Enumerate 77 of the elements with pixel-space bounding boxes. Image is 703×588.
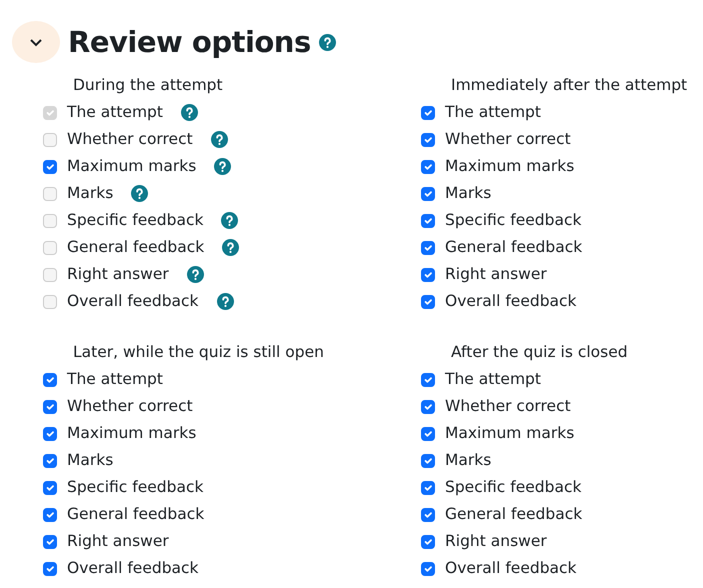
option-label: Whether correct	[67, 128, 193, 150]
checkbox[interactable]	[421, 426, 435, 440]
option-label: General feedback	[67, 236, 204, 258]
checkbox[interactable]	[421, 294, 435, 308]
help-icon[interactable]	[216, 293, 234, 310]
option-label: Whether correct	[67, 396, 193, 417]
option-label: Specific feedback	[445, 210, 582, 231]
option-label: Marks	[445, 182, 492, 204]
checkbox[interactable]	[43, 294, 57, 308]
help-icon[interactable]	[214, 158, 232, 175]
option-label: Right answer	[67, 264, 169, 285]
option-label: Maximum marks	[445, 156, 574, 177]
checkbox[interactable]	[421, 106, 435, 120]
help-icon[interactable]	[221, 212, 238, 229]
checkbox[interactable]	[421, 132, 435, 146]
option-label: Maximum marks	[67, 156, 196, 177]
group-heading: During the attempt	[72, 75, 224, 96]
option-label: Marks	[67, 182, 114, 204]
checkbox[interactable]	[421, 400, 435, 414]
checkbox[interactable]	[421, 240, 435, 254]
section-title: Review options	[68, 24, 311, 60]
checkbox[interactable]	[43, 268, 57, 282]
option-label: The attempt	[445, 102, 541, 123]
option-label: Marks	[67, 450, 114, 471]
checkbox[interactable]	[43, 508, 57, 522]
option-label: Whether correct	[445, 128, 571, 150]
checkbox[interactable]	[43, 160, 57, 174]
option-label: General feedback	[67, 504, 204, 525]
option-label: The attempt	[445, 368, 541, 390]
checkbox[interactable]	[421, 214, 435, 228]
help-icon[interactable]	[186, 266, 204, 283]
checkbox[interactable]	[43, 480, 57, 494]
checkbox[interactable]	[421, 454, 435, 468]
option-label: Specific feedback	[67, 210, 204, 231]
help-icon[interactable]	[210, 131, 228, 148]
option-label: The attempt	[67, 102, 163, 123]
checkbox[interactable]	[43, 214, 57, 228]
option-label: General feedback	[445, 236, 582, 258]
checkbox[interactable]	[421, 562, 435, 576]
group-heading: Later, while the quiz is still open	[72, 342, 325, 363]
option-label: Specific feedback	[67, 476, 204, 498]
option-label: Whether correct	[445, 396, 571, 417]
option-label: Overall feedback	[67, 558, 199, 579]
checkbox[interactable]	[43, 426, 57, 440]
checkbox[interactable]	[43, 562, 57, 576]
option-label: Overall feedback	[445, 558, 577, 579]
option-label: Overall feedback	[445, 290, 577, 312]
checkbox[interactable]	[43, 240, 57, 254]
help-icon[interactable]	[318, 34, 336, 50]
checkbox[interactable]	[43, 534, 57, 548]
checkbox[interactable]	[421, 480, 435, 494]
checkbox[interactable]	[421, 186, 435, 200]
option-label: The attempt	[67, 368, 163, 390]
checkbox[interactable]	[421, 268, 435, 282]
checkbox[interactable]	[421, 534, 435, 548]
checkbox[interactable]	[43, 186, 57, 200]
group-heading: Immediately after the attempt	[450, 75, 688, 96]
checkbox[interactable]	[43, 372, 57, 386]
option-label: General feedback	[445, 504, 582, 525]
option-label: Marks	[445, 450, 492, 471]
checkbox[interactable]	[43, 454, 57, 468]
help-icon[interactable]	[222, 239, 240, 256]
checkbox[interactable]	[43, 132, 57, 146]
option-label: Right answer	[67, 530, 169, 552]
option-label: Maximum marks	[445, 422, 574, 444]
option-label: Maximum marks	[67, 422, 196, 444]
option-label: Specific feedback	[445, 476, 582, 498]
option-label: Right answer	[445, 264, 547, 285]
option-label: Right answer	[445, 530, 547, 552]
help-icon[interactable]	[131, 185, 148, 202]
checkbox[interactable]	[421, 508, 435, 522]
group-heading: After the quiz is closed	[450, 342, 629, 363]
checkbox[interactable]	[421, 160, 435, 174]
collapse-toggle[interactable]	[12, 21, 60, 63]
checkbox[interactable]	[43, 400, 57, 414]
option-label: Overall feedback	[67, 290, 199, 312]
checkbox[interactable]	[421, 372, 435, 386]
